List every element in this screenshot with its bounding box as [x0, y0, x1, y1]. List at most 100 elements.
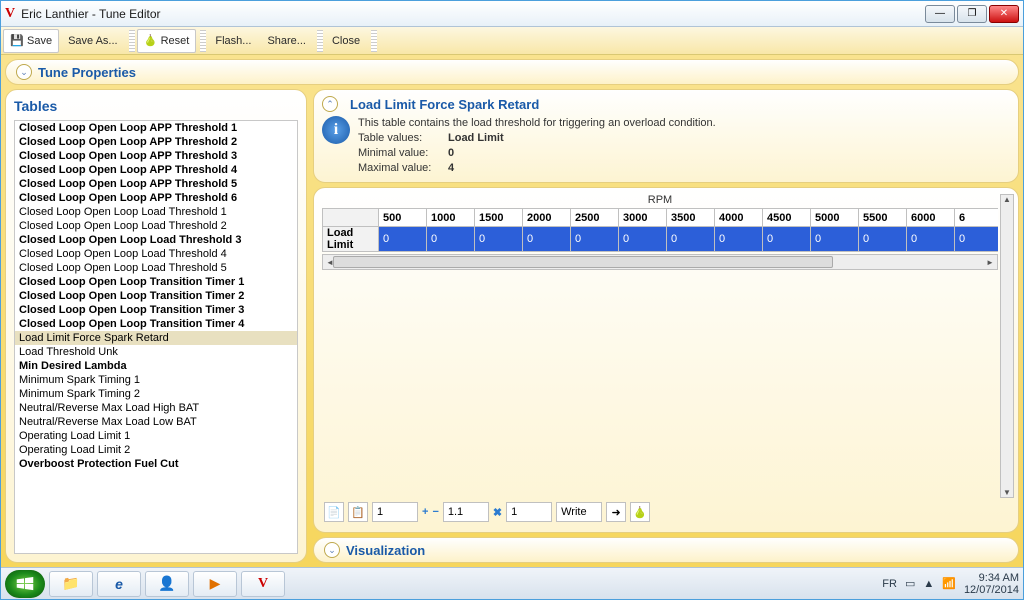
step-input-3[interactable]: 1: [506, 502, 552, 522]
plus-button[interactable]: +: [422, 506, 428, 518]
minus-button[interactable]: −: [432, 506, 438, 518]
maximize-button[interactable]: ❐: [957, 5, 987, 23]
save-button[interactable]: 💾 Save: [3, 29, 59, 53]
network-icon[interactable]: 📶: [942, 577, 956, 590]
grid-cell[interactable]: 0: [523, 227, 571, 252]
table-row[interactable]: Neutral/Reverse Max Load High BAT: [15, 401, 297, 415]
reset-button[interactable]: 🍐 Reset: [137, 29, 197, 53]
grid-col-header[interactable]: 1500: [475, 209, 523, 227]
close-button[interactable]: Close: [325, 29, 367, 53]
table-row[interactable]: Closed Loop Open Loop Transition Timer 3: [15, 303, 297, 317]
max-value: 4: [448, 162, 454, 174]
grid-cell[interactable]: 0: [763, 227, 811, 252]
tray-up-icon[interactable]: ▲: [923, 578, 934, 590]
table-row[interactable]: Operating Load Limit 1: [15, 429, 297, 443]
values-label: Table values:: [358, 131, 448, 146]
grid-row-header[interactable]: Load Limit: [323, 227, 379, 252]
detail-column: ⌃ Load Limit Force Spark Retard i This t…: [313, 89, 1019, 563]
vertical-scrollbar[interactable]: ▲ ▼: [1000, 194, 1014, 498]
tables-list[interactable]: Closed Loop Open Loop APP Threshold 1Clo…: [14, 120, 298, 554]
taskbar-media[interactable]: ▶: [193, 571, 237, 597]
table-row[interactable]: Closed Loop Open Loop Load Threshold 4: [15, 247, 297, 261]
table-row[interactable]: Closed Loop Open Loop Load Threshold 5: [15, 261, 297, 275]
step-input-1[interactable]: 1: [372, 502, 418, 522]
table-row[interactable]: Closed Loop Open Loop Transition Timer 2: [15, 289, 297, 303]
scroll-up-arrow-icon[interactable]: ▲: [1001, 195, 1013, 204]
table-row[interactable]: Operating Load Limit 2: [15, 443, 297, 457]
clock[interactable]: 9:34 AM 12/07/2014: [964, 572, 1019, 596]
grid-col-header[interactable]: 5000: [811, 209, 859, 227]
grid-col-header[interactable]: 6: [955, 209, 999, 227]
battery-icon[interactable]: ▭: [905, 577, 915, 590]
grid-cell[interactable]: 0: [859, 227, 907, 252]
start-button[interactable]: [5, 570, 45, 598]
taskbar-ie[interactable]: e: [97, 571, 141, 597]
table-row[interactable]: Closed Loop Open Loop APP Threshold 2: [15, 135, 297, 149]
table-row[interactable]: Closed Loop Open Loop APP Threshold 4: [15, 163, 297, 177]
flash-button[interactable]: Flash...: [208, 29, 258, 53]
visualization-panel[interactable]: ⌄ Visualization: [313, 537, 1019, 563]
grid-cell[interactable]: 0: [475, 227, 523, 252]
scroll-down-arrow-icon[interactable]: ▼: [1001, 488, 1013, 497]
grid-cell[interactable]: 0: [907, 227, 955, 252]
share-button[interactable]: Share...: [260, 29, 313, 53]
grid-col-header[interactable]: 4500: [763, 209, 811, 227]
table-row[interactable]: Closed Loop Open Loop APP Threshold 1: [15, 121, 297, 135]
grid-cell[interactable]: 0: [571, 227, 619, 252]
grid-col-header[interactable]: 3500: [667, 209, 715, 227]
table-row[interactable]: Load Threshold Unk: [15, 345, 297, 359]
grid-col-header[interactable]: 2500: [571, 209, 619, 227]
language-indicator[interactable]: FR: [882, 578, 897, 590]
scroll-right-arrow-icon[interactable]: ►: [983, 255, 997, 269]
grid-cell[interactable]: 0: [379, 227, 427, 252]
grid-col-header[interactable]: 3000: [619, 209, 667, 227]
copy-button[interactable]: 📄: [324, 502, 344, 522]
grid-cell[interactable]: 0: [619, 227, 667, 252]
table-row[interactable]: Overboost Protection Fuel Cut: [15, 457, 297, 471]
save-as-button[interactable]: Save As...: [61, 29, 125, 53]
table-row[interactable]: Closed Loop Open Loop Load Threshold 3: [15, 233, 297, 247]
table-row[interactable]: Min Desired Lambda: [15, 359, 297, 373]
tune-properties-panel[interactable]: ⌄ Tune Properties: [5, 59, 1019, 85]
taskbar-app1[interactable]: 👤: [145, 571, 189, 597]
grid-col-header[interactable]: 1000: [427, 209, 475, 227]
table-row[interactable]: Load Limit Force Spark Retard: [15, 331, 297, 345]
step-input-2[interactable]: 1.1: [443, 502, 489, 522]
minimize-button[interactable]: —: [925, 5, 955, 23]
table-row[interactable]: Closed Loop Open Loop APP Threshold 3: [15, 149, 297, 163]
grid-cell[interactable]: 0: [811, 227, 859, 252]
scroll-thumb[interactable]: [333, 256, 833, 268]
taskbar-explorer[interactable]: 📁: [49, 571, 93, 597]
grid-cell[interactable]: 0: [427, 227, 475, 252]
table-row[interactable]: Neutral/Reverse Max Load Low BAT: [15, 415, 297, 429]
copy-icon: 📄: [327, 506, 341, 519]
table-row[interactable]: Closed Loop Open Loop Transition Timer 4: [15, 317, 297, 331]
horizontal-scrollbar[interactable]: ◄ ►: [322, 254, 998, 270]
reset-cell-button[interactable]: 🍐: [630, 502, 650, 522]
table-row[interactable]: Closed Loop Open Loop Load Threshold 1: [15, 205, 297, 219]
chevron-up-icon[interactable]: ⌃: [322, 96, 338, 112]
table-row[interactable]: Closed Loop Open Loop APP Threshold 5: [15, 177, 297, 191]
table-row[interactable]: Closed Loop Open Loop Transition Timer 1: [15, 275, 297, 289]
grid-col-header[interactable]: 6000: [907, 209, 955, 227]
grid-cell[interactable]: 0: [667, 227, 715, 252]
table-row[interactable]: Minimum Spark Timing 2: [15, 387, 297, 401]
grid-col-header[interactable]: 2000: [523, 209, 571, 227]
min-label: Minimal value:: [358, 146, 448, 161]
grid-cell[interactable]: 0: [715, 227, 763, 252]
window-close-button[interactable]: ✕: [989, 5, 1019, 23]
play-icon: ▶: [210, 575, 221, 592]
multiply-button[interactable]: ✖: [493, 506, 502, 519]
write-button[interactable]: Write: [556, 502, 602, 522]
taskbar-tune-editor[interactable]: V: [241, 571, 285, 597]
arrow-right-button[interactable]: ➜: [606, 502, 626, 522]
table-row[interactable]: Closed Loop Open Loop Load Threshold 2: [15, 219, 297, 233]
grid-col-header[interactable]: 5500: [859, 209, 907, 227]
table-row[interactable]: Closed Loop Open Loop APP Threshold 6: [15, 191, 297, 205]
table-row[interactable]: Minimum Spark Timing 1: [15, 373, 297, 387]
paste-button[interactable]: 📋: [348, 502, 368, 522]
grid-col-header[interactable]: 4000: [715, 209, 763, 227]
grid-col-header[interactable]: 500: [379, 209, 427, 227]
grid-cell[interactable]: 0: [955, 227, 999, 252]
data-grid[interactable]: 5001000150020002500300035004000450050005…: [322, 208, 998, 252]
